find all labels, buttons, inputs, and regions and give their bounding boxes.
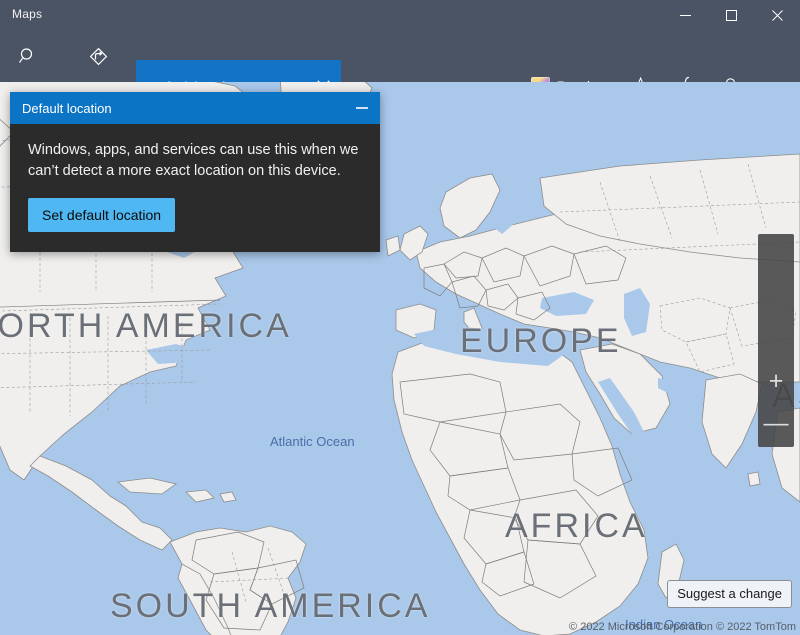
continent-label: EUROPE — [460, 322, 622, 361]
ocean-label: Atlantic Ocean — [270, 434, 355, 449]
toolbar: Default location Road — [0, 30, 800, 82]
default-location-flyout: Default location Windows, apps, and serv… — [10, 92, 380, 252]
set-default-location-button[interactable]: Set default location — [28, 198, 175, 232]
continent-label: SOUTH AMERICA — [110, 587, 430, 626]
flyout-title: Default location — [22, 101, 344, 116]
maps-app-window: Maps — [0, 0, 800, 635]
maximize-icon — [726, 10, 737, 21]
flyout-description: Windows, apps, and services can use this… — [28, 140, 362, 181]
directions-icon — [88, 46, 109, 67]
locate-me-button[interactable] — [758, 318, 794, 360]
directions-button[interactable] — [76, 38, 120, 74]
maximize-button[interactable] — [708, 0, 754, 30]
minimize-button[interactable] — [662, 0, 708, 30]
window-controls — [662, 0, 800, 30]
suggest-a-change-button[interactable]: Suggest a change — [667, 580, 792, 608]
close-window-button[interactable] — [754, 0, 800, 30]
search-button[interactable] — [6, 38, 50, 74]
app-title: Maps — [12, 7, 42, 21]
close-icon — [772, 10, 783, 21]
flyout-body: Windows, apps, and services can use this… — [10, 124, 380, 252]
search-icon — [18, 46, 38, 66]
continent-label: AFRICA — [505, 507, 648, 546]
flyout-header: Default location — [10, 92, 380, 124]
continent-label: NORTH AMERICA — [0, 307, 292, 346]
flyout-minimize-button[interactable] — [344, 92, 380, 124]
map-attribution: © 2022 Microsoft Corporation © 2022 TomT… — [569, 621, 796, 633]
map-controls-rail: + — — [758, 234, 794, 447]
locate-me-icon — [758, 234, 800, 635]
title-bar: Maps — [0, 0, 800, 30]
minimize-icon — [680, 10, 691, 21]
suggest-a-change-label: Suggest a change — [677, 586, 782, 601]
minimize-icon — [355, 102, 369, 114]
